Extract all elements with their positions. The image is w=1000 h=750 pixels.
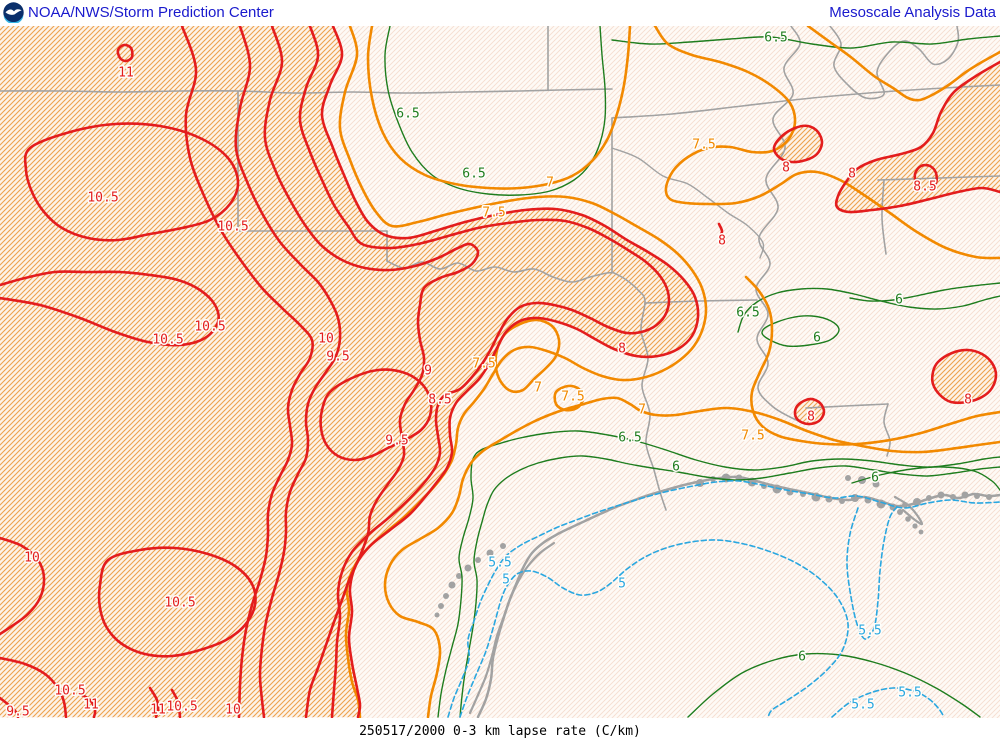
contour-label: 7	[534, 381, 542, 396]
contour-label: 11	[83, 698, 99, 713]
coastal-water-blob	[438, 603, 444, 609]
contour-label: 9.5	[326, 350, 349, 365]
contour-label: 10.5	[87, 191, 118, 206]
contour-label: 6.5	[764, 31, 787, 46]
coastal-water-blob	[845, 475, 851, 481]
contour-label: 8	[618, 342, 626, 357]
contour-label: 6	[871, 471, 879, 486]
contour-label: 5.5	[858, 624, 881, 639]
contour-label: 5	[618, 577, 626, 592]
page-title: Mesoscale Analysis Data	[829, 4, 996, 21]
contour-label: 10	[24, 551, 40, 566]
contour-label: 6	[672, 460, 680, 475]
contour-label: 6	[798, 650, 806, 665]
coastal-water-blob	[974, 493, 980, 499]
contour-label: 10.5	[152, 333, 183, 348]
coastal-water-blob	[912, 523, 917, 528]
contour-label: 9.5	[6, 705, 29, 719]
coastal-water-blob	[950, 494, 956, 500]
coastal-water-blob	[465, 565, 472, 572]
site-title: NOAA/NWS/Storm Prediction Center	[28, 4, 274, 21]
contour-label: 10.5	[54, 684, 85, 699]
contour-label: 9	[424, 364, 432, 379]
contour-label: 6.5	[462, 167, 485, 182]
coastal-water-blob	[926, 495, 932, 501]
contour-label: 8	[848, 167, 856, 182]
contour-label: 6	[813, 331, 821, 346]
contour-label: 6.5	[736, 306, 759, 321]
contour-label: 7.5	[741, 429, 764, 444]
contour-label: 6	[895, 293, 903, 308]
coastal-water-blob	[905, 516, 911, 522]
coastal-water-blob	[919, 530, 924, 535]
contour-label: 7.5	[561, 390, 584, 405]
coastal-water-blob	[938, 492, 945, 499]
contour-label: 5.5	[851, 698, 874, 713]
coastal-water-blob	[443, 593, 449, 599]
coastal-water-blob	[435, 613, 440, 618]
coastal-water-blob	[839, 498, 845, 504]
contour-label: 8	[807, 410, 815, 425]
contour-label: 7.5	[482, 206, 505, 221]
contour-label: 8.5	[913, 180, 936, 195]
contour-label: 8	[964, 393, 972, 408]
lapse-rate-contour-map: 1110.510.510.510.5109.598.59.51010.510.5…	[0, 26, 1000, 718]
contour-label: 10.5	[194, 320, 225, 335]
contour-label: 10.5	[217, 220, 248, 235]
coastal-water-blob	[710, 476, 716, 482]
contour-label: 8	[782, 161, 790, 176]
mesoanalysis-map: 1110.510.510.510.5109.598.59.51010.510.5…	[0, 26, 1000, 718]
header-bar: NOAA/NWS/Storm Prediction Center Mesosca…	[0, 0, 1000, 26]
contour-label: 5.5	[898, 686, 921, 701]
contour-label: 6.5	[618, 431, 641, 446]
coastal-water-blob	[449, 582, 456, 589]
contour-label: 7.5	[472, 357, 495, 372]
contour-label: 7	[546, 176, 554, 191]
coastal-water-blob	[897, 509, 903, 515]
contour-label: 7	[638, 403, 646, 418]
contour-label: 6.5	[396, 107, 419, 122]
spc-mesoanalysis-page: NOAA/NWS/Storm Prediction Center Mesosca…	[0, 0, 1000, 750]
contour-label: 11	[150, 703, 166, 718]
coastal-water-blob	[500, 543, 506, 549]
contour-label: 10.5	[164, 596, 195, 611]
coastal-water-blob	[913, 498, 921, 506]
coastal-water-blob	[962, 492, 969, 499]
contour-label: 9.5	[385, 434, 408, 449]
contour-label: 8	[718, 234, 726, 249]
contour-label: 10	[318, 332, 334, 347]
coastal-water-blob	[475, 557, 481, 563]
contour-label: 5.5	[488, 556, 511, 571]
map-caption: 250517/2000 0-3 km lapse rate (C/km)	[0, 724, 1000, 739]
contour-label: 10.5	[166, 700, 197, 715]
contour-label: 10	[225, 703, 241, 718]
contour-label: 11	[118, 66, 134, 81]
contour-label: 7.5	[692, 138, 715, 153]
noaa-logo-icon	[3, 2, 24, 23]
contour-label: 5	[502, 573, 510, 588]
coastal-water-blob	[986, 494, 992, 500]
contour-label: 8.5	[428, 393, 451, 408]
